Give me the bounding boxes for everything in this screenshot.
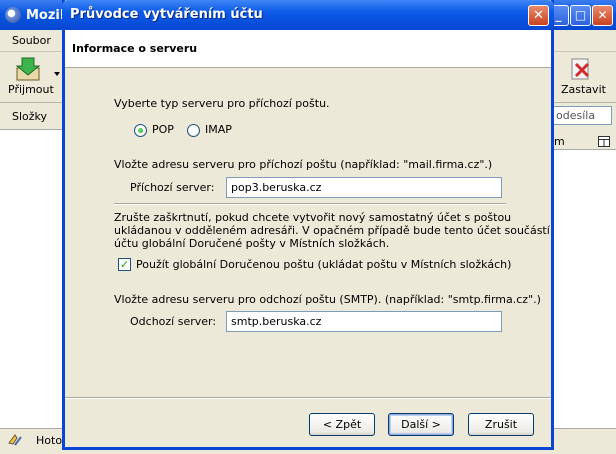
- button-area-divider: [65, 397, 551, 399]
- search-input-text: odesíla: [556, 109, 596, 122]
- get-mail-icon[interactable]: [14, 56, 42, 82]
- column-picker-icon[interactable]: [598, 136, 610, 147]
- cancel-button[interactable]: Zrušit: [468, 413, 534, 436]
- get-mail-label[interactable]: Přijmout: [8, 83, 54, 96]
- global-inbox-info-line-3: účtu globální Doručené pošty v Místních …: [114, 237, 390, 250]
- divider: [114, 203, 506, 205]
- wizard-page-title: Informace o serveru: [72, 42, 198, 55]
- radio-imap[interactable]: [187, 124, 200, 137]
- dialog-close-icon[interactable]: ✕: [528, 5, 549, 26]
- radio-pop[interactable]: [134, 124, 147, 137]
- radio-pop-label[interactable]: POP: [152, 123, 174, 136]
- next-button[interactable]: Další >: [388, 413, 454, 436]
- outgoing-server-prompt: Vložte adresu serveru pro odchozí poštu …: [114, 293, 541, 306]
- incoming-server-input[interactable]: pop3.beruska.cz: [226, 177, 502, 198]
- incoming-type-prompt: Vyberte typ serveru pro příchozí poštu.: [114, 97, 330, 110]
- stop-label[interactable]: Zastavit: [561, 83, 606, 96]
- dialog-title: Průvodce vytvářením účtu: [70, 7, 263, 22]
- close-icon[interactable]: ✕: [592, 5, 613, 26]
- global-inbox-checkbox[interactable]: ✓: [118, 258, 131, 271]
- online-status-icon[interactable]: [6, 431, 24, 449]
- folder-pane[interactable]: [0, 130, 64, 428]
- outgoing-server-input[interactable]: smtp.beruska.cz: [226, 311, 502, 332]
- back-button[interactable]: < Zpět: [309, 413, 375, 436]
- global-inbox-info-line-2: ukládanou v odděleném adresáři. V opačné…: [114, 224, 550, 237]
- column-header-text: m: [554, 135, 565, 148]
- message-list[interactable]: [552, 134, 616, 428]
- global-inbox-info-line-1: Zrušte zaškrtnutí, pokud chcete vytvořit…: [114, 211, 512, 224]
- maximize-icon[interactable]: □: [570, 5, 591, 26]
- chevron-down-icon[interactable]: [54, 72, 60, 76]
- incoming-server-label: Příchozí server:: [130, 181, 215, 194]
- menu-file[interactable]: Soubor: [12, 34, 51, 47]
- radio-imap-label[interactable]: IMAP: [205, 123, 232, 136]
- outgoing-server-label: Odchozí server:: [130, 315, 217, 328]
- global-inbox-checkbox-label[interactable]: Použít globální Doručenou poštu (ukládat…: [136, 258, 511, 271]
- folders-label[interactable]: Složky: [12, 110, 47, 123]
- stop-icon[interactable]: [568, 56, 594, 82]
- incoming-server-prompt: Vložte adresu serveru pro příchozí poštu…: [114, 158, 493, 171]
- mozilla-app-icon: [5, 7, 21, 23]
